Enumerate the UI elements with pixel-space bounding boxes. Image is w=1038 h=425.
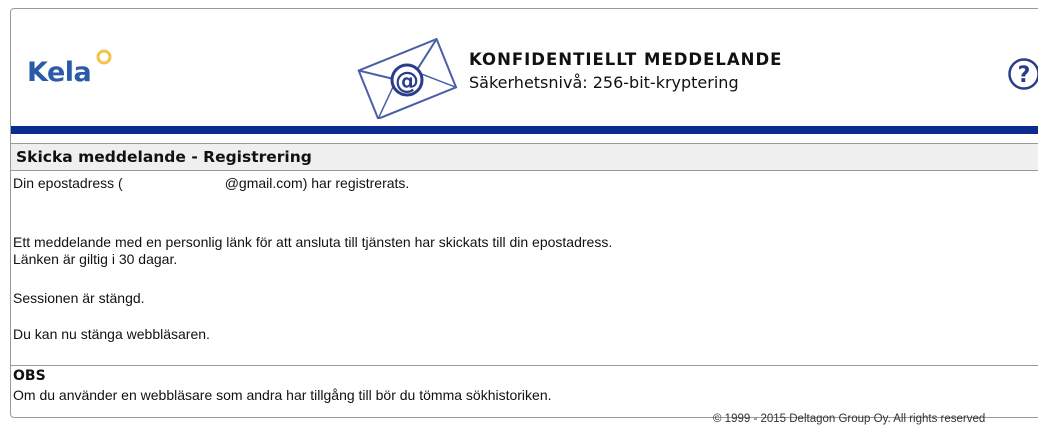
kela-logo: Kela — [27, 57, 92, 88]
section-title-bar: Skicka meddelande - Registrering — [11, 143, 1038, 171]
secure-message-window: Kela @ KONFIDENTIELLT MEDDELANDE Säkerhe… — [10, 8, 1038, 418]
close-browser-message: Du kan nu stänga webbläsaren. — [13, 326, 210, 342]
link-sent-message: Ett meddelande med en personlig länk för… — [13, 234, 613, 250]
help-icon[interactable]: ? — [1007, 57, 1038, 91]
registered-suffix: @gmail.com) har registrerats. — [224, 175, 410, 191]
section-title: Skicka meddelande - Registrering — [16, 148, 312, 166]
copyright-text: © 1999 - 2015 Deltagon Group Oy. All rig… — [713, 413, 986, 425]
link-valid-message: Länken är giltig i 30 dagar. — [13, 251, 178, 267]
page-title: KONFIDENTIELLT MEDDELANDE — [469, 50, 783, 69]
help-symbol: ? — [1018, 63, 1031, 88]
obs-text: Om du använder en webbläsare som andra h… — [13, 387, 552, 403]
security-level-text: Säkerhetsnivå: 256-bit-kryptering — [469, 73, 739, 92]
obs-title: OBS — [13, 368, 46, 384]
header-divider-bar — [11, 126, 1038, 134]
session-closed-message: Sessionen är stängd. — [13, 290, 145, 306]
redacted-email — [122, 176, 225, 190]
obs-notice: OBS Om du använder en webbläsare som and… — [11, 365, 1038, 410]
kela-logo-mark-icon — [96, 49, 112, 65]
envelope-at-symbol: @ — [395, 67, 419, 95]
registered-message: Din epostadress ( @gmail.com) har registr… — [13, 175, 409, 191]
registered-prefix: Din epostadress ( — [13, 175, 123, 191]
envelope-at-icon: @ — [357, 37, 458, 119]
page-header: Kela @ KONFIDENTIELLT MEDDELANDE Säkerhe… — [11, 9, 1038, 126]
